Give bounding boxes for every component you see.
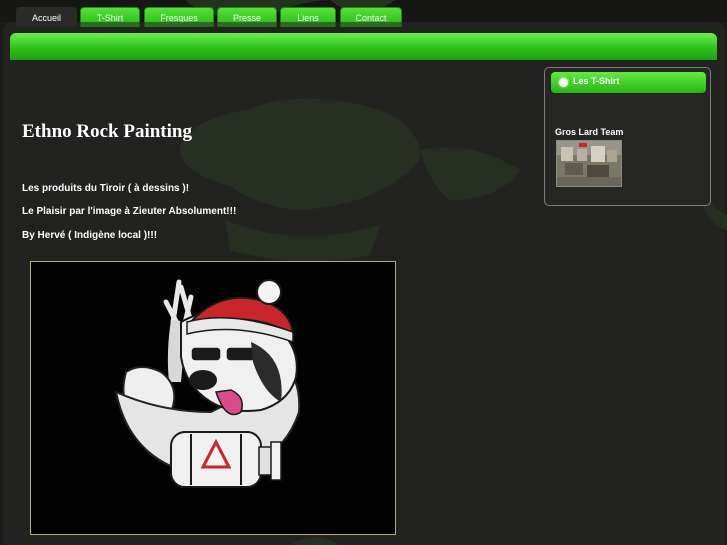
sidebar-header: Les T-Shirt <box>551 72 706 93</box>
album-thumbnail[interactable] <box>556 140 622 187</box>
photo-thumbnail-icon <box>557 141 621 186</box>
page-title: Ethno Rock Painting <box>22 121 192 142</box>
tshirt-image[interactable] <box>30 261 396 535</box>
bullet-icon <box>559 78 568 87</box>
intro-line-author: By Hervé ( Indigène local )!!! <box>22 230 158 241</box>
sidebar-box: Les T-Shirt Gros Lard Team <box>544 67 711 206</box>
intro-line-pleasure: Le Plaisir par l'image à Zieuter Absolum… <box>22 206 237 217</box>
sidebar-title[interactable]: Les T-Shirt <box>573 76 620 86</box>
album-caption <box>555 189 705 193</box>
dog-mascot-icon <box>31 262 395 534</box>
main-nav <box>10 33 717 60</box>
album-title[interactable]: Gros Lard Team <box>555 127 623 137</box>
intro-line-products: Les produits du Tiroir ( à dessins )! <box>22 183 190 194</box>
